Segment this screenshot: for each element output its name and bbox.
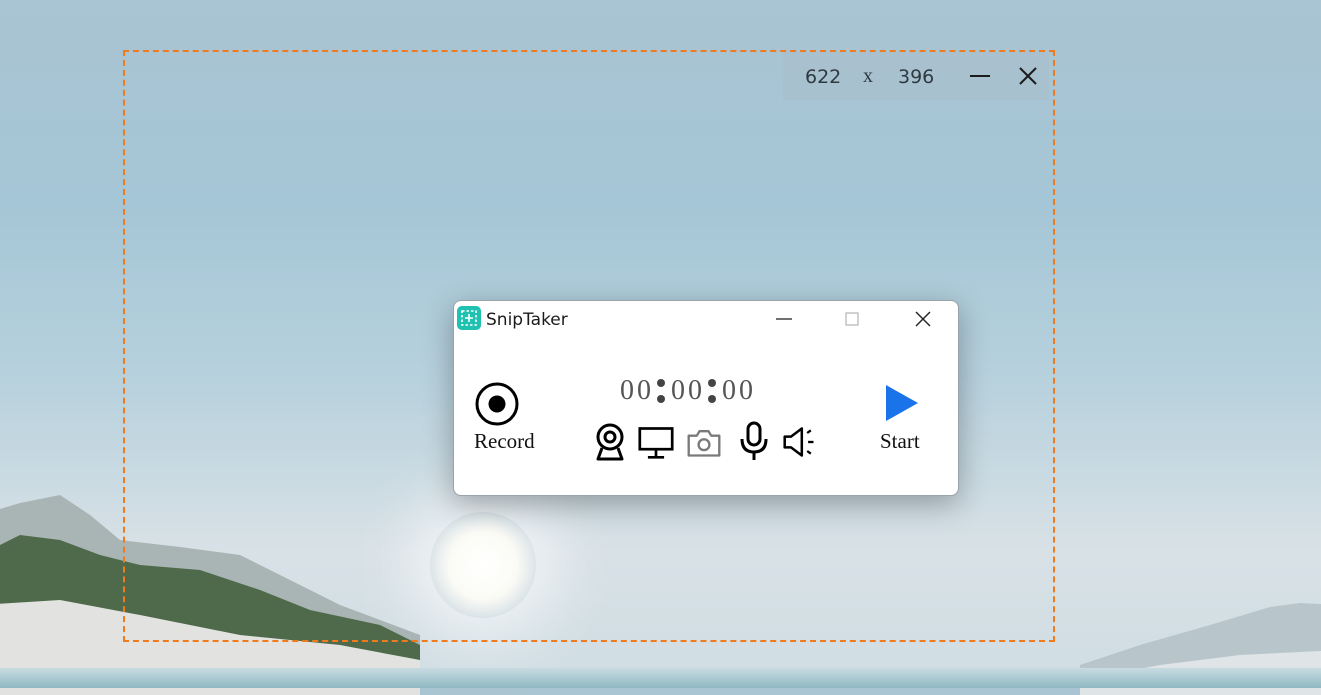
region-width-value: 622 xyxy=(805,66,842,88)
desktop-water xyxy=(0,668,1321,688)
record-button[interactable] xyxy=(474,381,520,427)
region-size-toolbar: 622 x 396 xyxy=(783,52,1049,100)
window-maximize-button[interactable] xyxy=(840,307,864,331)
window-close-button[interactable] xyxy=(911,307,935,331)
timer-hours: 00 xyxy=(620,375,654,406)
sniptaker-window: SnipTaker Record 00 00 00 Start xyxy=(453,300,959,496)
start-label[interactable]: Start xyxy=(880,429,920,454)
webcam-icon[interactable] xyxy=(592,421,628,463)
speaker-icon[interactable] xyxy=(782,421,818,463)
recording-timer: 00 00 00 xyxy=(620,375,756,407)
region-minimize-icon[interactable] xyxy=(969,65,991,87)
window-title: SnipTaker xyxy=(486,310,568,330)
microphone-icon[interactable] xyxy=(736,421,772,463)
timer-separator xyxy=(657,379,665,403)
timer-seconds: 00 xyxy=(722,375,756,406)
timer-minutes: 00 xyxy=(671,375,705,406)
timer-separator xyxy=(708,379,716,403)
record-label[interactable]: Record xyxy=(474,429,535,454)
start-play-icon[interactable] xyxy=(882,383,922,423)
camera-icon[interactable] xyxy=(686,421,722,463)
region-close-icon[interactable] xyxy=(1017,65,1039,87)
sniptaker-app-icon xyxy=(457,306,481,330)
region-size-separator: x xyxy=(863,65,873,87)
window-minimize-button[interactable] xyxy=(772,307,796,331)
region-height-value: 396 xyxy=(898,66,935,88)
screen-icon[interactable] xyxy=(638,421,674,463)
